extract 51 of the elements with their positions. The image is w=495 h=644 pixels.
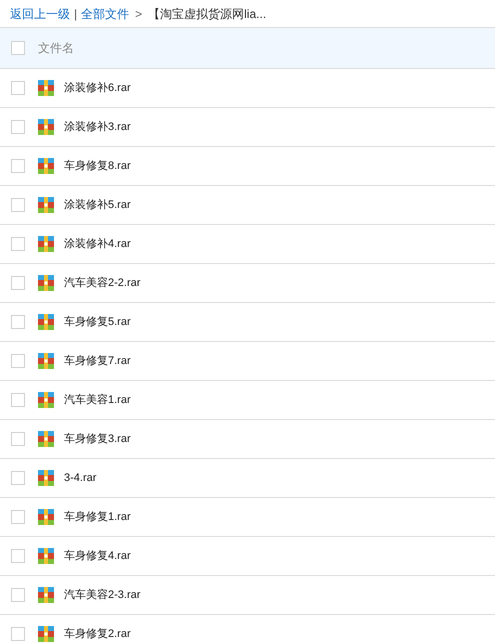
archive-icon: [38, 470, 54, 486]
file-name[interactable]: 3-4.rar: [64, 470, 96, 486]
file-name[interactable]: 汽车美容2-2.rar: [64, 274, 140, 292]
checkbox[interactable]: [11, 627, 25, 641]
archive-icon: [38, 353, 54, 369]
checkbox[interactable]: [11, 354, 25, 368]
archive-icon: [38, 236, 54, 252]
checkbox[interactable]: [11, 237, 25, 251]
file-name[interactable]: 车身修复1.rar: [64, 508, 131, 526]
checkbox[interactable]: [11, 81, 25, 95]
checkbox[interactable]: [11, 549, 25, 563]
file-name[interactable]: 涂装修补6.rar: [64, 80, 131, 96]
checkbox[interactable]: [11, 41, 25, 55]
checkbox[interactable]: [11, 471, 25, 485]
checkbox[interactable]: [11, 276, 25, 290]
file-name[interactable]: 涂装修补4.rar: [64, 236, 131, 252]
file-name[interactable]: 涂装修补5.rar: [64, 196, 131, 214]
all-files-link[interactable]: 全部文件: [81, 4, 130, 22]
checkbox[interactable]: [11, 315, 25, 329]
checkbox[interactable]: [11, 588, 25, 602]
back-link[interactable]: 返回上一级: [10, 4, 70, 22]
current-folder: 【淘宝虚拟货源网lia...: [148, 6, 266, 22]
checkbox[interactable]: [11, 393, 25, 407]
file-name[interactable]: 车身修复4.rar: [64, 548, 131, 564]
archive-icon: [38, 314, 54, 330]
archive-icon: [38, 197, 54, 213]
archive-icon: [38, 548, 54, 564]
checkbox[interactable]: [11, 159, 25, 173]
archive-icon: [38, 119, 54, 135]
file-name[interactable]: 车身修复5.rar: [64, 314, 131, 330]
archive-icon: [38, 431, 54, 447]
file-name[interactable]: 车身修复8.rar: [64, 158, 131, 174]
archive-icon: [38, 392, 54, 408]
archive-icon: [38, 587, 54, 603]
archive-icon: [38, 80, 54, 96]
file-name[interactable]: 汽车美容2-3.rar: [64, 586, 140, 604]
checkbox[interactable]: [11, 120, 25, 134]
file-name[interactable]: 车身修复2.rar: [64, 626, 131, 642]
archive-icon: [38, 509, 54, 525]
checkbox[interactable]: [11, 510, 25, 524]
file-name[interactable]: 车身修复3.rar: [64, 430, 131, 448]
column-header: 文件名: [38, 40, 74, 57]
archive-icon: [38, 158, 54, 174]
breadcrumb-arrow: >: [134, 6, 144, 22]
file-name[interactable]: 涂装修补3.rar: [64, 118, 131, 136]
archive-icon: [38, 275, 54, 291]
separator: |: [74, 6, 78, 22]
checkbox[interactable]: [11, 198, 25, 212]
file-name[interactable]: 车身修复7.rar: [64, 352, 131, 370]
checkbox[interactable]: [11, 432, 25, 446]
file-name[interactable]: 汽车美容1.rar: [64, 392, 131, 408]
